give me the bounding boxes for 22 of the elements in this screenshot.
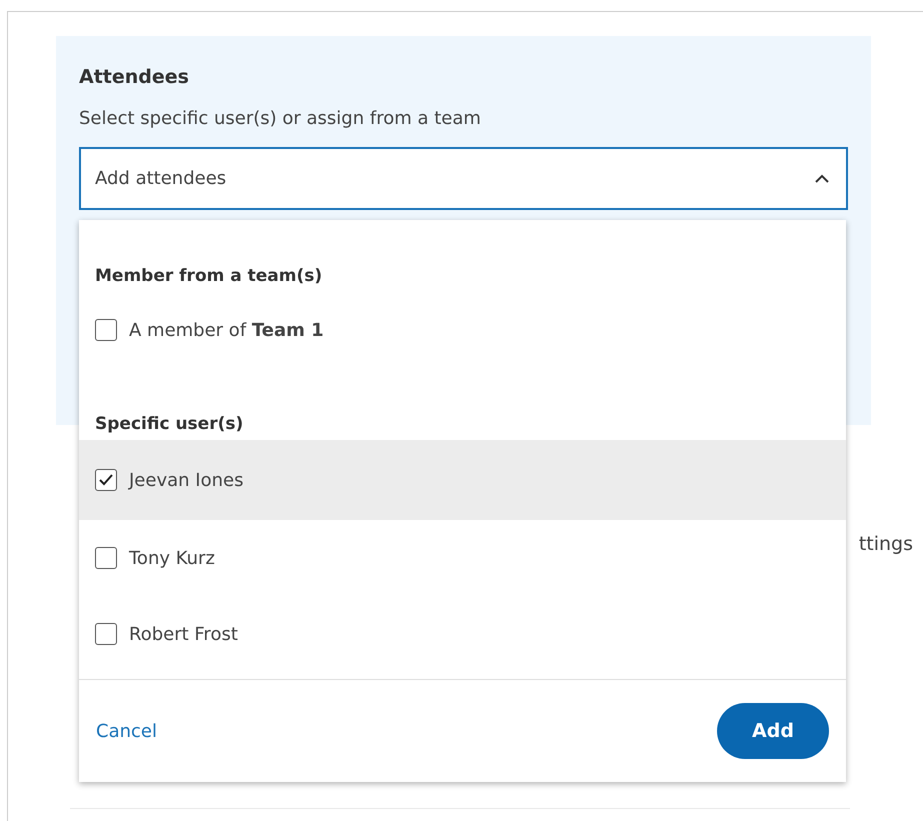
checkbox[interactable]	[95, 547, 117, 569]
checkbox[interactable]	[95, 623, 117, 645]
option-label: Jeevan Iones	[129, 470, 244, 490]
option-row[interactable]: Tony Kurz	[79, 520, 846, 596]
option-row[interactable]: Jeevan Iones	[79, 440, 846, 520]
checkbox[interactable]	[95, 319, 117, 341]
option-row[interactable]: A member of Team 1	[79, 292, 846, 368]
option-row[interactable]: Robert Frost	[79, 596, 846, 672]
check-icon	[98, 473, 114, 487]
group-heading: Specific user(s)	[94, 413, 244, 436]
cancel-link[interactable]: Cancel	[96, 720, 157, 742]
attendees-dropdown[interactable]: Add attendees	[79, 147, 848, 210]
add-button[interactable]: Add	[717, 703, 829, 759]
option-label: A member of Team 1	[129, 320, 324, 340]
checkbox[interactable]	[95, 469, 117, 491]
option-label: Tony Kurz	[129, 548, 215, 568]
group-heading: Member from a team(s)	[94, 265, 324, 288]
field-hint: Select specific user(s) or assign from a team	[79, 108, 482, 129]
chevron-icon	[814, 173, 830, 183]
option-label: Robert Frost	[129, 624, 238, 644]
settings-text: ttings	[858, 533, 913, 555]
field-label: Attendees	[79, 66, 190, 88]
